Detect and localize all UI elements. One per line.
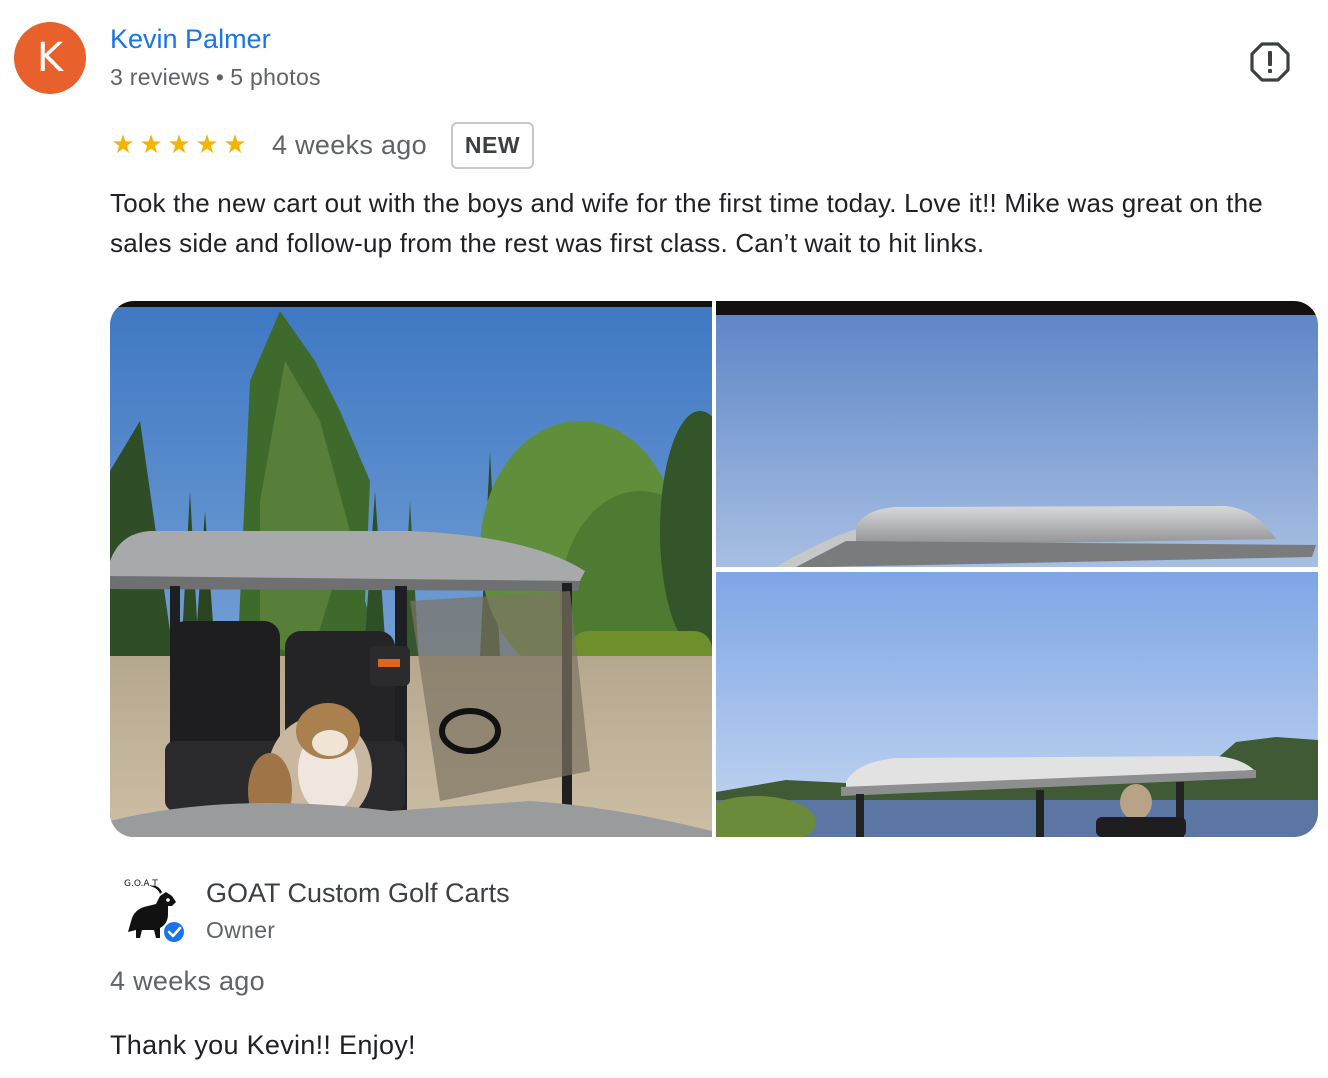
star-rating: ★ ★ ★ ★ ★ <box>110 130 248 160</box>
logo-text: G.O.A.T <box>124 879 158 889</box>
reply-time: 4 weeks ago <box>110 966 265 996</box>
star-icon: ★ <box>195 130 219 160</box>
star-icon: ★ <box>139 130 163 160</box>
new-badge: NEW <box>450 121 535 169</box>
review-text: Took the new cart out with the boys and … <box>110 188 1263 258</box>
star-icon: ★ <box>223 130 247 160</box>
meta-separator: • <box>215 64 225 90</box>
star-icon: ★ <box>167 130 191 160</box>
cart-roof-sky-photo[interactable] <box>716 301 1318 567</box>
goat-logo-icon[interactable]: G.O.A.T <box>118 874 190 946</box>
star-icon: ★ <box>111 130 135 160</box>
report-flag-icon[interactable] <box>1248 40 1292 84</box>
review-photo-grid <box>110 301 1318 837</box>
rating-row: ★ ★ ★ ★ ★ 4 weeks ago NEW <box>110 121 535 169</box>
golf-cart-with-bulldog-photo[interactable] <box>110 301 712 837</box>
reviews-count: 3 reviews <box>110 64 210 90</box>
verified-check-icon <box>164 922 184 942</box>
reply-text: Thank you Kevin!! Enjoy! <box>110 1030 416 1060</box>
reviewer-name-link[interactable]: Kevin Palmer <box>110 24 271 55</box>
owner-role: Owner <box>206 917 276 943</box>
review-time: 4 weeks ago <box>272 129 427 160</box>
photos-count: 5 photos <box>230 64 321 90</box>
owner-name: GOAT Custom Golf Carts <box>206 878 510 908</box>
cart-by-lake-photo[interactable] <box>716 572 1318 837</box>
reviewer-meta: 3 reviews • 5 photos <box>110 64 321 91</box>
reviewer-avatar[interactable]: K <box>14 22 86 94</box>
